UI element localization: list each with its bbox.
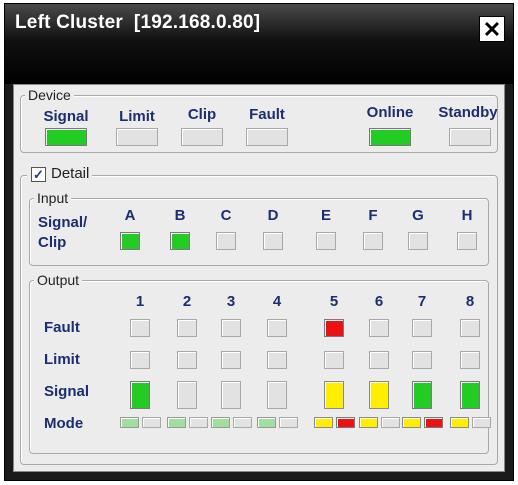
output-limit-indicator-4 [267,351,287,369]
output-channel-label-1: 1 [135,293,145,310]
output-signal-indicator-6 [369,381,389,409]
input-channel-label-g: G [412,207,424,224]
output-signal-indicator-7 [412,381,432,409]
device-standby-indicator [449,128,491,146]
title-bar[interactable]: Left Cluster [192.168.0.80] ✕ [5,4,513,84]
device-clip-indicator [181,128,223,146]
output-group: Output Fault Limit Signal Mode 1 2 3 4 5 6 7 8 [29,272,491,454]
output-mode-indicator-7-2 [424,417,443,428]
output-fault-indicator-8 [460,319,480,337]
output-fault-indicator-3 [221,319,241,337]
output-legend: Output [34,272,83,288]
device-legend: Device [25,87,74,103]
window-title: Left Cluster [192.168.0.80] [15,12,261,33]
device-signal-label: Signal [43,108,89,125]
output-fault-indicator-1 [130,319,150,337]
output-limit-indicator-8 [460,351,480,369]
input-indicator-g [408,232,428,250]
output-fault-indicator-7 [412,319,432,337]
device-standby-label: Standby [438,104,498,121]
input-indicator-f [363,232,383,250]
input-channel-label-c: C [220,207,232,224]
output-mode-label: Mode [44,415,84,432]
close-icon: ✕ [482,17,502,42]
output-signal-indicator-8 [460,381,480,409]
output-mode-indicator-3-1 [211,417,230,428]
device-fault-indicator [246,128,288,146]
input-channel-label-f: F [368,207,378,224]
detail-label: Detail [51,165,90,182]
output-channel-label-4: 4 [272,293,282,310]
device-online-indicator [369,128,411,146]
device-online-label: Online [366,104,414,121]
output-limit-indicator-6 [369,351,389,369]
device-limit-label: Limit [119,108,155,125]
input-indicator-a [120,232,140,250]
close-button[interactable]: ✕ [479,16,505,42]
detail-toggle[interactable]: ✓ Detail [27,165,93,182]
input-signal-clip-label: Signal/ Clip [38,214,88,251]
output-mode-indicator-7-1 [402,417,421,428]
output-mode-indicator-3-2 [233,417,252,428]
cluster-window: Left Cluster [192.168.0.80] ✕ Device Sig… [4,3,514,481]
output-fault-indicator-6 [369,319,389,337]
output-mode-indicator-6-1 [359,417,378,428]
output-signal-label: Signal [44,383,90,400]
input-indicator-e [316,232,336,250]
output-mode-indicator-8-2 [472,417,491,428]
device-group: Device Signal Limit Clip Fault Online St… [20,87,498,153]
output-channel-label-8: 8 [465,293,475,310]
output-channel-label-3: 3 [226,293,236,310]
input-group: Input Signal/ Clip A B C D E F G H [29,190,489,266]
output-channel-label-7: 7 [417,293,427,310]
output-signal-indicator-2 [177,381,197,409]
output-mode-indicator-6-2 [381,417,400,428]
output-mode-indicator-2-1 [167,417,186,428]
detail-group: ✓ Detail Input Signal/ Clip A B C D E F G H Out… [20,165,498,465]
input-channel-label-h: H [461,207,473,224]
output-signal-indicator-5 [324,381,344,409]
detail-checkbox[interactable]: ✓ [31,167,46,182]
input-channel-label-a: A [124,207,136,224]
output-limit-indicator-2 [177,351,197,369]
output-signal-indicator-4 [267,381,287,409]
input-indicator-b [170,232,190,250]
output-limit-indicator-1 [130,351,150,369]
output-fault-label: Fault [44,319,80,336]
output-mode-indicator-5-2 [336,417,355,428]
output-fault-indicator-5 [324,319,344,337]
output-signal-indicator-3 [221,381,241,409]
device-clip-label: Clip [187,106,217,123]
output-limit-indicator-7 [412,351,432,369]
output-fault-indicator-2 [177,319,197,337]
device-fault-label: Fault [249,106,285,123]
output-channel-label-6: 6 [374,293,384,310]
output-fault-indicator-4 [267,319,287,337]
input-legend: Input [34,190,72,206]
output-signal-indicator-1 [130,381,150,409]
output-limit-label: Limit [44,351,80,368]
input-channel-label-b: B [174,207,186,224]
input-indicator-c [216,232,236,250]
output-mode-indicator-2-2 [189,417,208,428]
output-mode-indicator-1-2 [142,417,161,428]
output-limit-indicator-3 [221,351,241,369]
output-channel-label-2: 2 [182,293,192,310]
output-mode-indicator-4-1 [257,417,276,428]
output-mode-indicator-5-1 [314,417,333,428]
content-panel: Device Signal Limit Clip Fault Online St… [13,84,505,472]
output-mode-indicator-1-1 [120,417,139,428]
output-limit-indicator-5 [324,351,344,369]
output-mode-indicator-8-1 [450,417,469,428]
device-signal-indicator [45,128,87,146]
input-channel-label-d: D [267,207,279,224]
input-channel-label-e: E [320,207,331,224]
output-channel-label-5: 5 [329,293,339,310]
input-indicator-h [457,232,477,250]
device-limit-indicator [116,128,158,146]
input-indicator-d [263,232,283,250]
output-mode-indicator-4-2 [279,417,298,428]
